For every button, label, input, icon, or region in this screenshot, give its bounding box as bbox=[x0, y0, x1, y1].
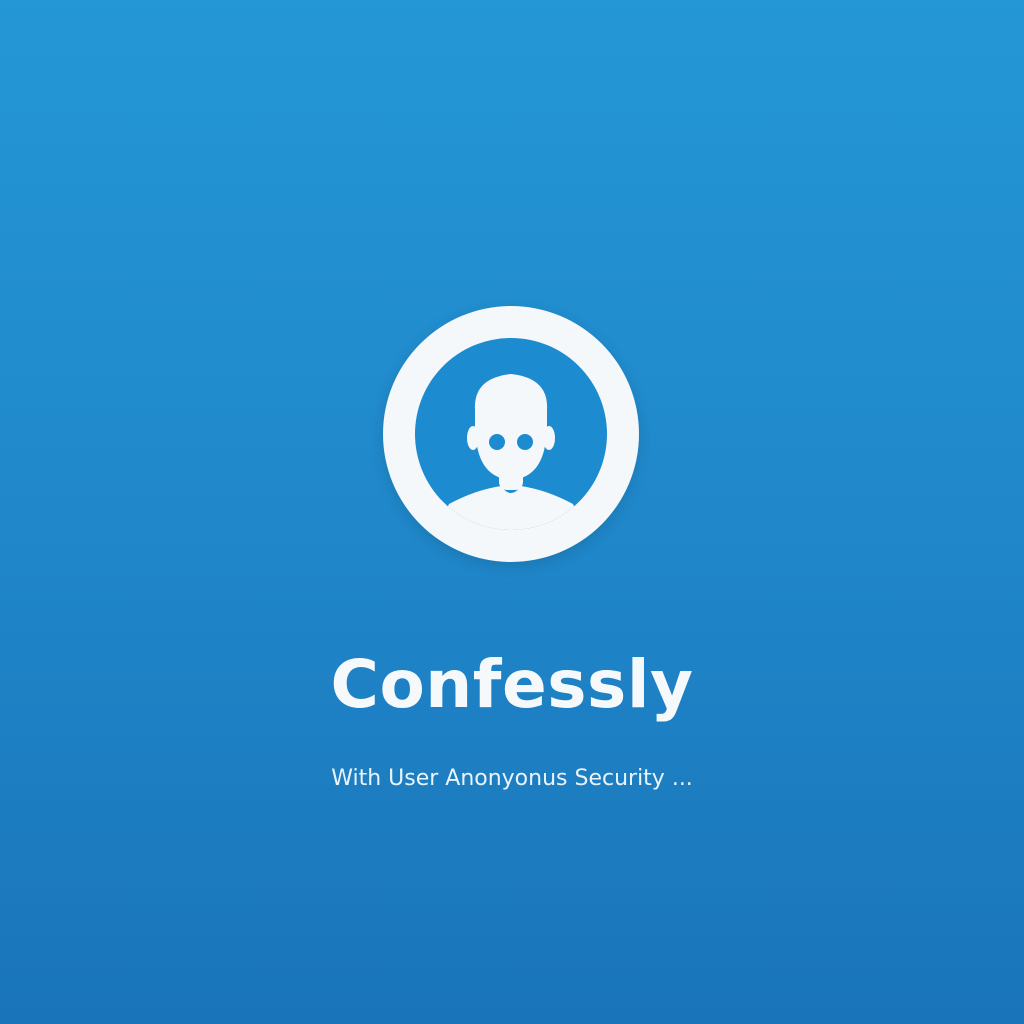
logo-inner-circle bbox=[415, 338, 607, 530]
splash-screen: Confessly With User Anonyonus Security .… bbox=[0, 0, 1024, 1024]
anonymous-user-icon bbox=[437, 374, 585, 530]
app-tagline: With User Anonyonus Security ... bbox=[331, 766, 693, 791]
app-title: Confessly bbox=[330, 646, 694, 723]
app-logo bbox=[383, 306, 639, 562]
